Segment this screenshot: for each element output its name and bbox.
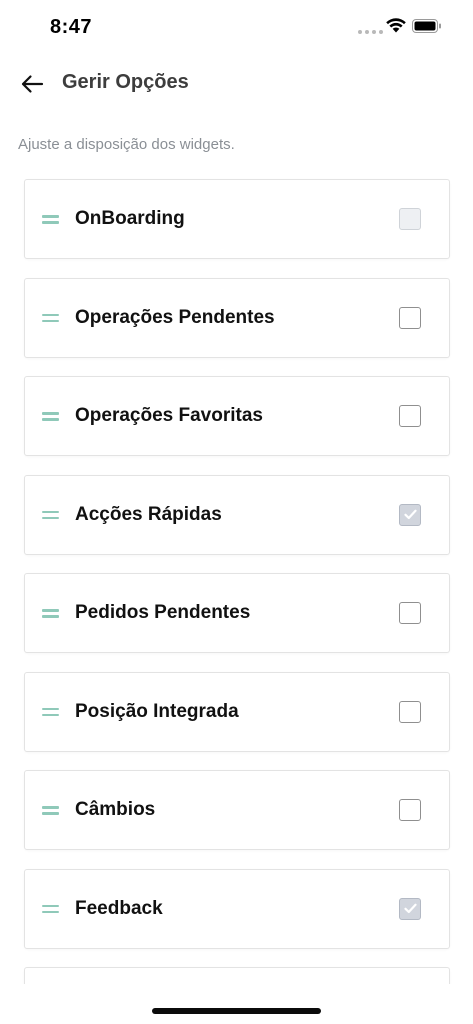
widget-row-operacoes-favoritas[interactable]: Operações Favoritas — [24, 376, 450, 456]
widget-row-pedidos-pendentes[interactable]: Pedidos Pendentes — [24, 573, 450, 653]
home-indicator[interactable] — [152, 1008, 321, 1014]
back-button[interactable] — [12, 64, 52, 104]
status-bar: 8:47 — [0, 0, 473, 52]
check-icon — [403, 903, 417, 914]
widget-checkbox[interactable] — [399, 897, 421, 920]
widget-row-operacoes-pendentes[interactable]: Operações Pendentes — [24, 277, 450, 358]
widget-row-cambios[interactable]: Câmbios — [24, 770, 450, 850]
drag-handle-icon[interactable] — [42, 215, 59, 224]
widget-checkbox[interactable] — [399, 602, 421, 624]
widget-label: OnBoarding — [75, 208, 185, 229]
drag-handle-icon[interactable] — [42, 806, 59, 815]
drag-handle-icon[interactable] — [42, 412, 59, 421]
signal-dots-icon — [358, 30, 383, 34]
status-time: 8:47 — [50, 16, 93, 38]
drag-handle-icon[interactable] — [42, 313, 59, 323]
widget-row-accoes-rapidas[interactable]: Acções Rápidas — [24, 474, 450, 555]
widget-checkbox[interactable] — [399, 306, 421, 329]
widget-label: Posição Integrada — [75, 700, 239, 722]
widget-label: Câmbios — [75, 799, 156, 820]
wifi-icon — [386, 18, 406, 33]
check-icon — [403, 509, 417, 520]
widget-list: OnBoarding Operações Pendentes Operações… — [24, 179, 450, 1024]
widget-checkbox[interactable] — [399, 700, 421, 723]
screen: 8:47 Gerir Opções Ajuste a disposição do… — [0, 0, 473, 1024]
subtitle: Ajuste a disposição dos widgets. — [18, 136, 235, 153]
arrow-left-icon — [21, 75, 44, 93]
widget-row-posicao-integrada[interactable]: Posição Integrada — [24, 671, 450, 752]
widget-label: Acções Rápidas — [75, 503, 222, 525]
header: Gerir Opções — [0, 56, 473, 112]
drag-handle-icon[interactable] — [42, 904, 59, 914]
widget-label: Operações Favoritas — [75, 405, 263, 426]
bottom-area — [0, 984, 473, 1024]
page-title: Gerir Opções — [62, 71, 189, 93]
widget-row-onboarding[interactable]: OnBoarding — [24, 179, 450, 259]
drag-handle-icon[interactable] — [42, 707, 59, 717]
widget-row-feedback[interactable]: Feedback — [24, 868, 450, 949]
drag-handle-icon[interactable] — [42, 609, 59, 618]
widget-checkbox[interactable] — [399, 503, 421, 526]
widget-label: Operações Pendentes — [75, 306, 275, 328]
widget-label: Feedback — [75, 897, 163, 919]
drag-handle-icon[interactable] — [42, 510, 59, 520]
widget-label: Pedidos Pendentes — [75, 602, 251, 623]
widget-checkbox[interactable] — [399, 405, 421, 427]
widget-checkbox[interactable] — [399, 799, 421, 821]
widget-checkbox[interactable] — [399, 208, 421, 230]
battery-icon — [412, 19, 441, 33]
